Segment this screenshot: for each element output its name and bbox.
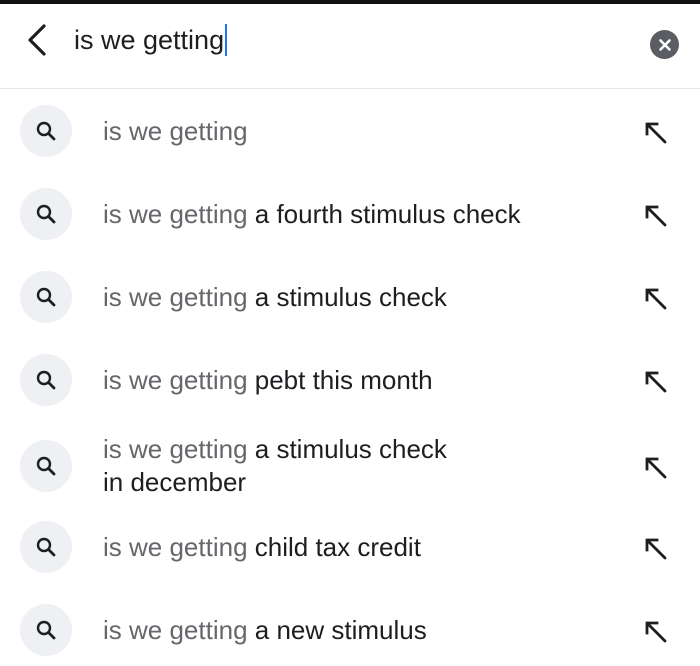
suggestion-completion: pebt this month (247, 364, 433, 395)
suggestion-text: is we getting a fourth stimulus check (103, 198, 521, 231)
close-icon (658, 38, 671, 51)
fill-query-arrow-icon[interactable] (643, 619, 669, 645)
search-header: is we getting (0, 4, 700, 89)
suggestion-item[interactable]: is we getting child tax credit (0, 521, 700, 573)
search-icon (20, 440, 72, 492)
suggestion-query-prefix: is we getting (103, 115, 248, 146)
fill-query-arrow-icon[interactable] (643, 203, 669, 229)
search-icon (20, 105, 72, 157)
search-input[interactable]: is we getting (74, 18, 228, 62)
fill-query-arrow-icon[interactable] (643, 455, 669, 481)
search-icon (20, 604, 72, 656)
suggestion-completion: a fourth stimulus check (247, 198, 521, 229)
search-query-text: is we getting (74, 24, 225, 55)
suggestion-query-prefix: is we getting (103, 434, 248, 464)
suggestion-query-prefix: is we getting (103, 364, 248, 395)
suggestion-item[interactable]: is we getting (0, 105, 700, 157)
back-button[interactable] (22, 22, 52, 58)
fill-query-arrow-icon[interactable] (643, 536, 669, 562)
suggestion-item[interactable]: is we getting a stimulus check (0, 271, 700, 323)
fill-query-arrow-icon[interactable] (643, 286, 669, 312)
clear-search-button[interactable] (650, 30, 679, 59)
suggestion-completion: a stimulus check (247, 281, 447, 312)
suggestion-item[interactable]: is we getting a stimulus check in decembe… (0, 430, 700, 502)
chevron-left-icon (28, 24, 46, 56)
suggestion-completion: a new stimulus (247, 614, 427, 645)
search-icon (20, 521, 72, 573)
suggestion-text: is we getting a stimulus check in decembe… (103, 433, 447, 499)
suggestion-completion: child tax credit (247, 531, 421, 562)
suggestion-query-prefix: is we getting (103, 614, 248, 645)
fill-query-arrow-icon[interactable] (643, 120, 669, 146)
suggestion-query-prefix: is we getting (103, 198, 248, 229)
suggestion-query-prefix: is we getting (103, 281, 248, 312)
fill-query-arrow-icon[interactable] (643, 369, 669, 395)
suggestion-item[interactable]: is we getting a fourth stimulus check (0, 188, 700, 240)
suggestion-text: is we getting a new stimulus (103, 614, 427, 647)
suggestion-text: is we getting a stimulus check (103, 281, 447, 314)
search-icon (20, 271, 72, 323)
search-icon (20, 188, 72, 240)
search-icon (20, 354, 72, 406)
suggestion-completion-line2: in december (103, 467, 247, 497)
suggestion-text: is we getting child tax credit (103, 531, 421, 564)
suggestion-query-prefix: is we getting (103, 531, 248, 562)
suggestion-completion: a stimulus check (247, 434, 447, 464)
suggestion-item[interactable]: is we getting pebt this month (0, 354, 700, 406)
suggestion-text: is we getting pebt this month (103, 364, 433, 397)
suggestion-item[interactable]: is we getting a new stimulus (0, 604, 700, 656)
suggestion-text: is we getting (103, 115, 248, 148)
text-cursor (225, 24, 228, 56)
